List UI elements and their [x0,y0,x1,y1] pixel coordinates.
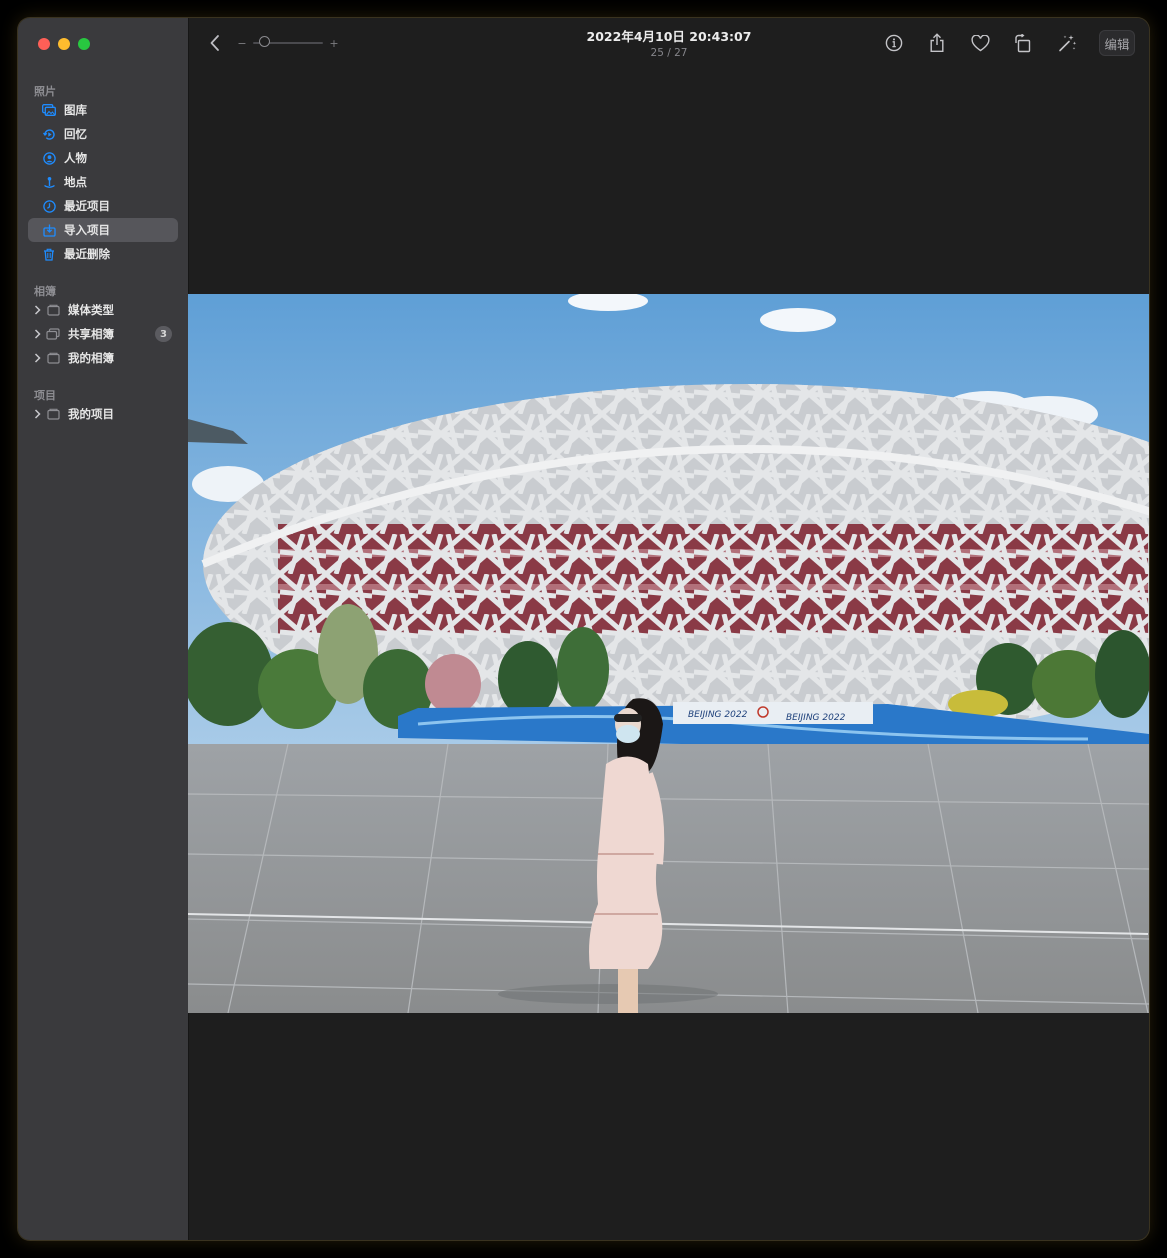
imports-icon [42,223,56,237]
photos-window: 照片 图库 回忆 人物 地点 最近项目 导入项目 最近删除 相簿 媒体类型 共享… [18,18,1149,1240]
back-button[interactable] [207,33,225,53]
photo-info-title: 2022年4月10日 20:43:07 25 / 27 [569,26,769,59]
window-controls [38,38,90,50]
recents-icon [42,199,56,213]
share-icon [930,33,944,52]
minimize-window-button[interactable] [58,38,70,50]
info-button[interactable] [883,32,905,54]
photo-view[interactable]: BEIJING 2022 BEIJING 2022 [188,294,1149,1013]
favorite-button[interactable] [969,32,991,54]
banner-text-left: BEIJING 2022 [688,710,748,720]
sidebar-item-label: 共享相簿 [68,327,114,341]
zoom-slider[interactable] [253,36,323,47]
folder-icon [46,407,60,421]
sidebar-item-recents[interactable]: 最近项目 [28,194,178,218]
sidebar-item-label: 最近项目 [64,199,110,213]
sidebar-item-label: 导入项目 [64,223,110,237]
chevron-right-icon[interactable] [32,303,42,317]
memories-icon [42,127,56,141]
sidebar-item-label: 人物 [64,151,87,165]
auto-enhance-button[interactable] [1057,32,1079,54]
sidebar-group-my-projects[interactable]: 我的项目 [28,402,178,426]
sidebar-item-label: 我的相簿 [68,351,114,365]
shared-albums-icon [46,327,60,341]
photo-library-icon [42,103,56,117]
chevron-right-icon[interactable] [32,351,42,365]
folder-icon [46,351,60,365]
places-icon [42,175,56,189]
sidebar: 照片 图库 回忆 人物 地点 最近项目 导入项目 最近删除 相簿 媒体类型 共享… [18,18,189,1240]
sidebar-item-memories[interactable]: 回忆 [28,122,178,146]
chevron-left-icon [210,35,219,51]
people-icon [42,151,56,165]
zoom-out-label[interactable]: − [237,37,247,50]
sidebar-item-label: 图库 [64,103,87,117]
section-header-photos: 照片 [34,85,56,98]
sidebar-item-places[interactable]: 地点 [28,170,178,194]
rotate-icon [1015,33,1031,52]
sidebar-item-recently-deleted[interactable]: 最近删除 [28,242,178,266]
sidebar-item-people[interactable]: 人物 [28,146,178,170]
stadium-photo: BEIJING 2022 BEIJING 2022 [188,294,1149,1013]
sidebar-item-label: 我的项目 [68,407,114,421]
zoom-slider-knob[interactable] [259,36,270,47]
sidebar-item-label: 回忆 [64,127,87,141]
toolbar: − + 2022年4月10日 20:43:07 25 / 27 编辑 [189,18,1149,70]
heart-icon [970,34,990,51]
sidebar-item-imports[interactable]: 导入项目 [28,218,178,242]
section-header-albums: 相簿 [34,285,56,298]
chevron-right-icon[interactable] [32,407,42,421]
rotate-button[interactable] [1012,32,1034,54]
sidebar-item-label: 最近删除 [64,247,110,261]
sidebar-group-media-types[interactable]: 媒体类型 [28,298,178,322]
close-window-button[interactable] [38,38,50,50]
photo-position-counter: 25 / 27 [650,47,688,59]
section-header-projects: 项目 [34,389,56,402]
zoom-in-label[interactable]: + [329,37,339,50]
zoom-window-button[interactable] [78,38,90,50]
info-icon [885,34,903,52]
chevron-right-icon[interactable] [32,327,42,341]
banner-text-right: BEIJING 2022 [786,713,846,723]
shared-albums-count-badge: 3 [155,326,172,342]
trash-icon [42,247,56,261]
folder-icon [46,303,60,317]
sidebar-item-library[interactable]: 图库 [28,98,178,122]
sidebar-group-shared-albums[interactable]: 共享相簿 3 [28,322,178,346]
edit-button[interactable]: 编辑 [1099,30,1135,56]
magic-wand-icon [1059,35,1077,52]
sidebar-group-my-albums[interactable]: 我的相簿 [28,346,178,370]
share-button[interactable] [926,32,948,54]
sidebar-item-label: 媒体类型 [68,303,114,317]
photo-date-title: 2022年4月10日 20:43:07 [586,29,752,44]
sidebar-item-label: 地点 [64,175,87,189]
zoom-slider-group: − + [237,35,339,51]
